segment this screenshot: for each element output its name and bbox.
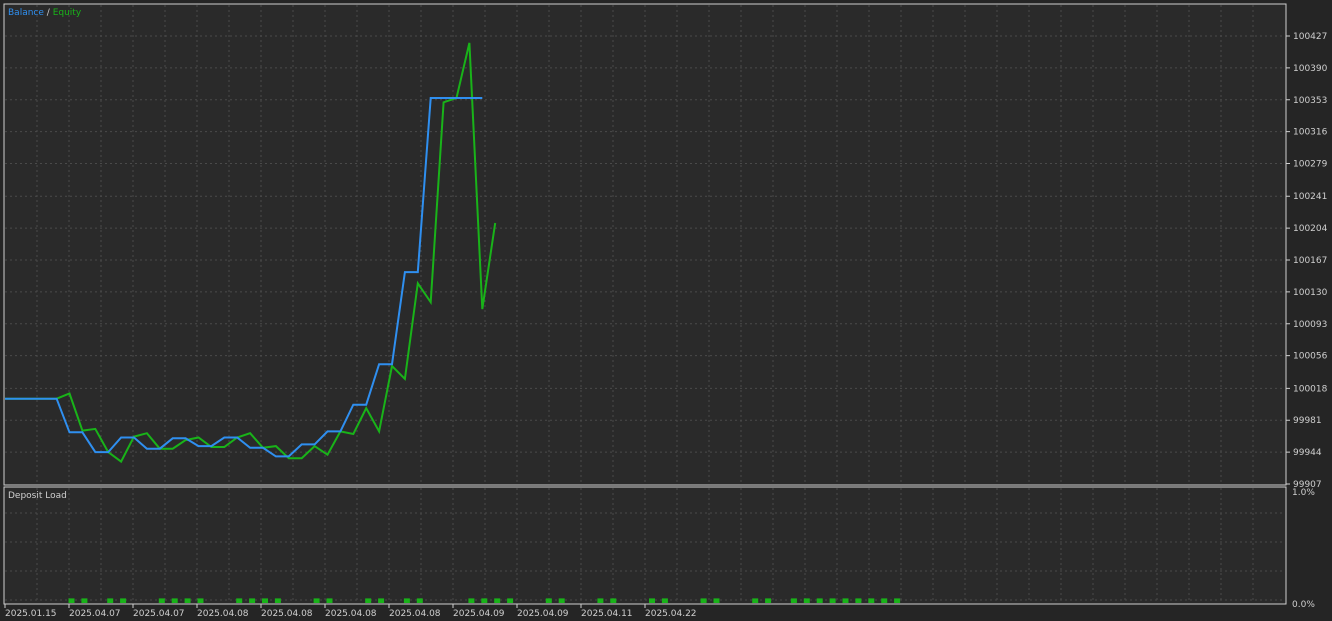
deposit-load-bar [610,598,617,603]
y-tick-label: 99944 [1293,448,1322,458]
y-tick-label: 99981 [1293,416,1322,426]
deposit-load-bar [171,598,178,603]
x-tick-label: 2025.04.11 [581,609,633,619]
deposit-load-bar [661,598,668,603]
y-tick-label: 100130 [1293,288,1328,298]
y-tick-label: 100167 [1293,256,1327,266]
deposit-load-bar [403,598,410,603]
deposit-load-title: Deposit Load [8,491,67,501]
x-tick-label: 2025.04.08 [389,609,441,619]
y-tick-label: 100353 [1293,96,1327,106]
deposit-load-bar [829,598,836,603]
y-tick-label: 100241 [1293,192,1327,202]
x-tick-label: 2025.04.07 [133,609,185,619]
deposit-tick-bottom: 0.0% [1292,600,1315,610]
y-tick-label: 100427 [1293,32,1327,42]
y-tick-label: 100390 [1293,64,1328,74]
y-axis-ticks: 100427 100390 100353 100316 100279 100241 1002… [1286,32,1328,490]
deposit-load-bar [752,598,759,603]
deposit-load-bar [597,598,604,603]
legend-separator: / [47,8,51,18]
deposit-tick-top: 1.0% [1292,488,1315,498]
y-tick-label: 100316 [1293,128,1328,138]
deposit-load-bar [713,598,720,603]
deposit-load-bar [881,598,888,603]
deposit-load-bar [700,598,707,603]
x-tick-label: 2025.01.15 [5,609,57,619]
deposit-load-bar [197,598,204,603]
x-tick-label: 2025.04.07 [69,609,121,619]
deposit-load-bar [494,598,501,603]
deposit-load-bar [545,598,552,603]
deposit-load-bar [68,598,75,603]
deposit-load-bar [184,598,191,603]
balance-equity-chart: 100427 100390 100353 100316 100279 100241 1002… [0,0,1332,621]
deposit-load-bar [158,598,165,603]
deposit-load-bar [649,598,655,603]
deposit-load-bar [803,598,810,603]
x-tick-label: 2025.04.09 [517,609,569,619]
legend: Balance / Equity [8,8,82,18]
y-tick-label: 100018 [1293,384,1328,394]
deposit-load-bar [236,598,243,603]
deposit-load-bar [868,598,875,603]
deposit-load-bar [816,598,823,603]
deposit-load-bar [416,598,423,603]
deposit-load-bar [365,598,372,603]
x-tick-label: 2025.04.22 [645,609,697,619]
deposit-load-bar [842,598,849,603]
x-tick-label: 2025.04.08 [325,609,377,619]
deposit-load-bar [481,598,488,603]
deposit-load-bar [81,598,88,603]
y-tick-label: 100056 [1293,352,1328,362]
legend-balance: Balance [8,8,44,18]
deposit-load-bar [558,598,565,603]
deposit-load-bar [378,598,385,603]
y-tick-label: 100279 [1293,160,1328,170]
x-tick-label: 2025.04.08 [261,609,313,619]
deposit-load-bar [894,598,901,603]
deposit-load-bar [274,598,281,603]
deposit-load-bar [120,598,127,603]
deposit-load-bar [262,598,268,603]
deposit-load-bar [249,598,256,603]
x-tick-label: 2025.04.09 [453,609,505,619]
deposit-load-bar [313,598,320,603]
y-tick-label: 100204 [1293,224,1328,234]
deposit-load-bar [468,598,475,603]
legend-equity: Equity [53,8,82,18]
deposit-load-bar [326,598,333,603]
deposit-load-bar [507,598,514,603]
deposit-load-bar [765,598,772,603]
deposit-load-bar [107,598,114,603]
deposit-load-bar [855,598,862,603]
deposit-load-bar [790,598,797,603]
x-tick-label: 2025.04.08 [197,609,249,619]
y-tick-label: 100093 [1293,320,1327,330]
